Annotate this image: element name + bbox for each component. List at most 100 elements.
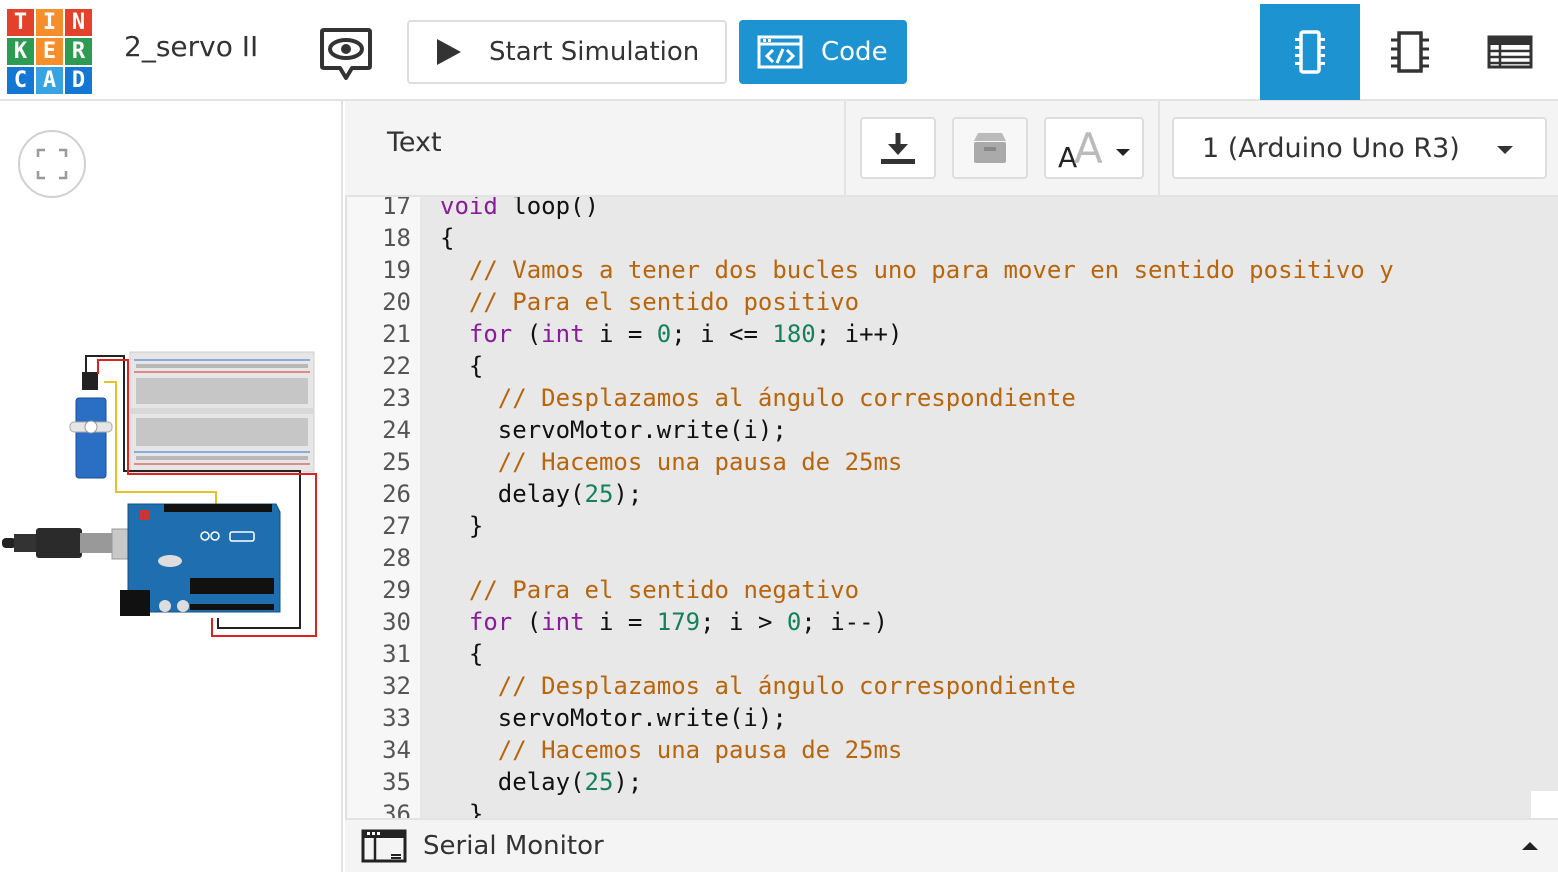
code-line[interactable]: 27 } bbox=[345, 510, 1558, 542]
line-number: 23 bbox=[382, 384, 411, 412]
code-button[interactable]: Code bbox=[739, 20, 907, 84]
libraries-button[interactable] bbox=[952, 117, 1028, 179]
code-text: { bbox=[440, 224, 455, 252]
code-line[interactable]: 20 // Para el sentido positivo bbox=[345, 286, 1558, 318]
code-line[interactable]: 36 } bbox=[345, 798, 1558, 818]
code-text: delay(25); bbox=[440, 480, 643, 508]
tab-components-view[interactable] bbox=[1260, 4, 1360, 100]
top-bar: T I N K E R C A D 2_servo II Start Simul… bbox=[0, 0, 1558, 101]
serial-monitor-label: Serial Monitor bbox=[423, 831, 604, 861]
start-simulation-button[interactable]: Start Simulation bbox=[407, 20, 727, 84]
logo-letter: N bbox=[64, 8, 93, 37]
line-number: 25 bbox=[382, 448, 411, 476]
logo-letter: E bbox=[35, 37, 64, 66]
code-line[interactable]: 18 { bbox=[345, 222, 1558, 254]
breadboard[interactable] bbox=[129, 351, 315, 473]
logo-letter: R bbox=[64, 37, 93, 66]
code-text: { bbox=[440, 640, 484, 668]
tinkercad-logo[interactable]: T I N K E R C A D bbox=[6, 8, 93, 95]
code-line[interactable]: 26 delay(25); bbox=[345, 478, 1558, 510]
code-line[interactable]: 34 // Hacemos una pausa de 25ms bbox=[345, 734, 1558, 766]
device-select-value: 1 (Arduino Uno R3) bbox=[1202, 132, 1460, 164]
usb-cable[interactable] bbox=[2, 528, 149, 560]
font-size-button[interactable]: A A bbox=[1044, 117, 1144, 179]
line-number: 31 bbox=[382, 640, 411, 668]
share-view-button[interactable] bbox=[318, 24, 374, 84]
start-simulation-label: Start Simulation bbox=[489, 37, 700, 67]
line-number: 29 bbox=[382, 576, 411, 604]
toolbar-divider bbox=[1158, 101, 1160, 197]
editor-mode-dropdown[interactable]: Text bbox=[387, 127, 442, 158]
device-select[interactable]: 1 (Arduino Uno R3) bbox=[1172, 117, 1547, 179]
code-text: delay(25); bbox=[440, 768, 643, 796]
component-list-icon bbox=[1487, 35, 1533, 69]
line-number: 36 bbox=[382, 800, 411, 818]
line-number: 35 bbox=[382, 768, 411, 796]
zoom-to-fit-button[interactable] bbox=[18, 130, 86, 198]
servo-motor[interactable] bbox=[69, 372, 113, 479]
code-text: for (int i = 179; i > 0; i--) bbox=[468, 608, 888, 636]
code-line[interactable]: 21 for (int i = 0; i <= 180; i++) bbox=[345, 318, 1558, 350]
code-text: servoMotor.write(i); bbox=[440, 704, 787, 732]
code-label: Code bbox=[821, 37, 888, 67]
code-line[interactable]: 19 // Vamos a tener dos bucles uno para … bbox=[345, 254, 1558, 286]
download-icon bbox=[881, 133, 915, 164]
code-text: // Para el sentido positivo bbox=[468, 288, 860, 316]
code-panel: Text A A 1 (Arduino Uno R3) 17 void loop… bbox=[345, 101, 1558, 872]
chevron-down-icon bbox=[1497, 146, 1513, 154]
code-line[interactable]: 30 for (int i = 179; i > 0; i--) bbox=[345, 606, 1558, 638]
arduino-uno-board[interactable] bbox=[120, 503, 281, 616]
code-line[interactable]: 22 { bbox=[345, 350, 1558, 382]
chevron-up-icon bbox=[1522, 842, 1538, 850]
line-number: 20 bbox=[382, 288, 411, 316]
line-number: 34 bbox=[382, 736, 411, 764]
code-line[interactable]: 28 bbox=[345, 542, 1558, 574]
code-editor[interactable]: 17 void loop() 18 {19 // Vamos a tener dos … bbox=[345, 197, 1558, 818]
components-view-icon bbox=[1295, 30, 1325, 74]
serial-monitor-toggle[interactable]: Serial Monitor bbox=[345, 818, 1558, 872]
line-number: 24 bbox=[382, 416, 411, 444]
circuit-diagram[interactable] bbox=[0, 346, 330, 646]
code-line[interactable]: 17 void loop() bbox=[345, 197, 1558, 222]
code-text: // Hacemos una pausa de 25ms bbox=[497, 736, 903, 764]
code-line[interactable]: 23 // Desplazamos al ángulo correspondie… bbox=[345, 382, 1558, 414]
code-line[interactable]: 31 { bbox=[345, 638, 1558, 670]
logo-letter: T bbox=[6, 8, 35, 37]
code-text: // Hacemos una pausa de 25ms bbox=[497, 448, 903, 476]
play-icon bbox=[437, 39, 461, 65]
download-code-button[interactable] bbox=[860, 117, 936, 179]
code-line[interactable]: 25 // Hacemos una pausa de 25ms bbox=[345, 446, 1558, 478]
code-text: for (int i = 0; i <= 180; i++) bbox=[468, 320, 903, 348]
toolbar-divider bbox=[844, 101, 846, 197]
logo-letter: D bbox=[64, 66, 93, 95]
line-number: 27 bbox=[382, 512, 411, 540]
serial-monitor-icon bbox=[361, 829, 407, 863]
line-number: 19 bbox=[382, 256, 411, 284]
code-text: // Desplazamos al ángulo correspondiente bbox=[497, 384, 1076, 412]
tab-component-list[interactable] bbox=[1460, 4, 1558, 100]
project-title[interactable]: 2_servo II bbox=[124, 30, 258, 63]
circuit-canvas[interactable] bbox=[0, 101, 343, 872]
code-window-icon bbox=[757, 35, 803, 69]
code-line[interactable]: 35 delay(25); bbox=[345, 766, 1558, 798]
line-number: 21 bbox=[382, 320, 411, 348]
line-number: 17 bbox=[382, 197, 411, 220]
logo-letter: K bbox=[6, 37, 35, 66]
code-line[interactable]: 33 servoMotor.write(i); bbox=[345, 702, 1558, 734]
code-text: servoMotor.write(i); bbox=[440, 416, 787, 444]
line-number: 32 bbox=[382, 672, 411, 700]
code-text: // Vamos a tener dos bucles uno para mov… bbox=[468, 256, 1394, 284]
line-number: 30 bbox=[382, 608, 411, 636]
code-line[interactable]: 29 // Para el sentido negativo bbox=[345, 574, 1558, 606]
code-text: } bbox=[440, 800, 484, 818]
logo-letter: I bbox=[35, 8, 64, 37]
code-text: { bbox=[440, 352, 484, 380]
code-text: void loop() bbox=[440, 197, 599, 220]
tab-schematic-view[interactable] bbox=[1360, 4, 1460, 100]
line-number: 26 bbox=[382, 480, 411, 508]
code-line[interactable]: 24 servoMotor.write(i); bbox=[345, 414, 1558, 446]
code-line[interactable]: 32 // Desplazamos al ángulo correspondie… bbox=[345, 670, 1558, 702]
code-text: // Para el sentido negativo bbox=[468, 576, 860, 604]
svg-text:A: A bbox=[1074, 125, 1103, 171]
library-box-icon bbox=[974, 133, 1006, 163]
